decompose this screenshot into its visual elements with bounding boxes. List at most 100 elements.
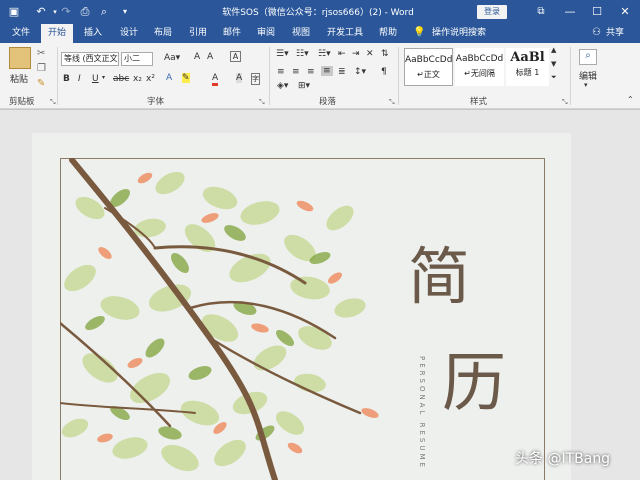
paste-icon[interactable] xyxy=(9,47,31,69)
styles-group-label: 样式 xyxy=(470,97,488,107)
distributed-icon[interactable]: ≣ xyxy=(338,67,346,77)
close-button[interactable]: ✕ xyxy=(612,0,638,24)
font-name-combo[interactable]: 等线 (西文正文 xyxy=(61,52,119,66)
styles-scroll-up-icon[interactable]: ▲ xyxy=(551,46,556,54)
window-title: 软件SOS（微信公众号：rjsos666）(2) - Word xyxy=(222,8,414,18)
paragraph-group-label: 段落 xyxy=(319,97,337,107)
align-right-icon[interactable]: ≡ xyxy=(307,67,315,77)
cut-icon[interactable]: ✂ xyxy=(37,48,45,59)
subscript-icon[interactable]: x₂ xyxy=(133,74,142,84)
divider xyxy=(269,47,270,105)
watermark-text: 头条 @ITBang xyxy=(515,451,611,467)
align-center-icon[interactable]: ≡ xyxy=(292,67,300,77)
resume-subtitle: PERSONAL RESUME xyxy=(418,356,426,470)
share-person-icon[interactable]: ⚇ xyxy=(592,24,601,43)
tab-help[interactable]: 帮助 xyxy=(379,24,397,43)
superscript-icon[interactable]: x² xyxy=(146,74,155,84)
font-size-combo[interactable]: 小二 xyxy=(121,52,153,66)
tab-mailings[interactable]: 邮件 xyxy=(223,24,241,43)
divider xyxy=(57,47,58,105)
ribbon-tabs: 文件 开始 插入 设计 布局 引用 邮件 审阅 视图 开发工具 帮助 💡 操作说… xyxy=(0,24,640,43)
resume-title-char-2: 历 xyxy=(442,347,506,421)
ribbon: 粘贴 ✂ ❐ ✎ 剪贴板 ⤡ 等线 (西文正文 小二 Aa▾ A A A B I… xyxy=(0,43,640,109)
share-button[interactable]: 共享 xyxy=(606,24,624,43)
tab-developer[interactable]: 开发工具 xyxy=(327,24,363,43)
tab-review[interactable]: 审阅 xyxy=(257,24,275,43)
style-normal-name: ↵正文 xyxy=(417,70,440,79)
chinese-layout-icon[interactable]: ✕ xyxy=(366,49,374,59)
vertical-scrollbar[interactable] xyxy=(630,110,640,480)
ribbon-display-options-icon[interactable]: ⧉ xyxy=(528,0,554,24)
styles-more-icon[interactable]: ⏷ xyxy=(551,73,557,82)
strikethrough-icon[interactable]: abc xyxy=(113,74,129,84)
decrease-indent-icon[interactable]: ⇤ xyxy=(338,49,346,59)
bold-icon[interactable]: B xyxy=(63,74,70,84)
tab-design[interactable]: 设计 xyxy=(120,24,138,43)
shading-icon[interactable]: ◈▾ xyxy=(277,81,288,91)
editing-dropdown-icon[interactable]: ▾ xyxy=(584,81,588,89)
tab-layout[interactable]: 布局 xyxy=(154,24,172,43)
print-icon[interactable]: ⎙ xyxy=(77,4,93,20)
grow-font-icon[interactable]: A xyxy=(194,52,200,62)
line-spacing-icon[interactable]: ↕▾ xyxy=(354,67,366,77)
minimize-button[interactable]: — xyxy=(557,0,583,24)
bullets-icon[interactable]: ☰▾ xyxy=(276,49,289,59)
multilevel-list-icon[interactable]: ☵▾ xyxy=(318,49,331,59)
style-no-spacing[interactable]: AaBbCcDd ↵无间隔 xyxy=(455,48,504,86)
divider xyxy=(570,47,571,105)
redo-icon[interactable]: ↷ xyxy=(58,4,74,20)
tab-file[interactable]: 文件 xyxy=(12,24,30,43)
highlight-icon[interactable]: ✎ xyxy=(182,73,190,83)
clipboard-launcher-icon[interactable]: ⤡ xyxy=(50,98,56,107)
paragraph-launcher-icon[interactable]: ⤡ xyxy=(389,98,395,107)
show-marks-icon[interactable]: ¶ xyxy=(381,67,387,77)
enclose-character-icon[interactable]: 字 xyxy=(251,73,260,85)
tree-branch-illustration xyxy=(60,158,379,480)
underline-dropdown-icon[interactable]: ▾ xyxy=(102,74,105,81)
tab-insert[interactable]: 插入 xyxy=(84,24,102,43)
style-normal[interactable]: AaBbCcDd ↵正文 xyxy=(404,48,453,86)
tell-me-search[interactable]: 操作说明搜索 xyxy=(432,24,486,43)
italic-icon[interactable]: I xyxy=(78,74,81,84)
text-effects-icon[interactable]: A xyxy=(166,73,172,83)
character-shading-icon[interactable]: A xyxy=(236,73,243,83)
tab-view[interactable]: 视图 xyxy=(292,24,310,43)
login-button[interactable]: 登录 xyxy=(477,5,507,19)
justify-icon[interactable]: ≡ xyxy=(321,66,333,76)
styles-scroll-down-icon[interactable]: ▼ xyxy=(551,60,556,68)
find-icon[interactable]: ⌕ xyxy=(579,49,597,65)
font-color-icon[interactable]: A xyxy=(212,73,219,86)
align-left-icon[interactable]: ≡ xyxy=(277,67,285,77)
style-heading-1[interactable]: AaBl 标题 1 xyxy=(506,48,549,86)
maximize-button[interactable]: ☐ xyxy=(584,0,610,24)
borders-icon[interactable]: ⊞▾ xyxy=(298,81,310,91)
style-no-spacing-name: ↵无间隔 xyxy=(464,69,495,78)
divider xyxy=(398,47,399,105)
increase-indent-icon[interactable]: ⇥ xyxy=(352,49,360,59)
collapse-ribbon-icon[interactable]: ⌃ xyxy=(627,95,634,104)
style-no-spacing-preview: AaBbCcDd xyxy=(455,54,504,64)
shrink-font-icon[interactable]: A xyxy=(207,52,213,62)
font-launcher-icon[interactable]: ⤡ xyxy=(259,98,265,107)
style-heading-1-name: 标题 1 xyxy=(515,68,540,77)
lightbulb-icon: 💡 xyxy=(413,27,426,38)
title-bar: ▣ ↶ ▾ ↷ ⎙ ⌕ ▾ 软件SOS（微信公众号：rjsos666）(2) -… xyxy=(0,0,640,24)
save-icon[interactable]: ▣ xyxy=(6,4,22,20)
tab-home[interactable]: 开始 xyxy=(41,24,73,43)
font-group-label: 字体 xyxy=(147,97,165,107)
format-painter-icon[interactable]: ✎ xyxy=(37,78,45,89)
editing-button[interactable]: 编辑 xyxy=(579,69,597,82)
underline-icon[interactable]: U xyxy=(92,74,99,84)
style-heading-1-preview: AaBl xyxy=(510,50,545,65)
paste-button-label[interactable]: 粘贴 xyxy=(10,72,28,85)
text-border-icon[interactable]: A xyxy=(230,51,241,62)
sort-icon[interactable]: ⇅ xyxy=(381,49,389,59)
clipboard-group-label: 剪贴板 xyxy=(9,97,35,107)
customize-toolbar-icon[interactable]: ▾ xyxy=(117,4,133,20)
change-case-icon[interactable]: Aa▾ xyxy=(164,53,180,63)
tab-references[interactable]: 引用 xyxy=(189,24,207,43)
copy-icon[interactable]: ❐ xyxy=(37,63,46,74)
print-preview-icon[interactable]: ⌕ xyxy=(96,4,112,20)
styles-launcher-icon[interactable]: ⤡ xyxy=(562,98,568,107)
numbering-icon[interactable]: ☷▾ xyxy=(296,49,309,59)
